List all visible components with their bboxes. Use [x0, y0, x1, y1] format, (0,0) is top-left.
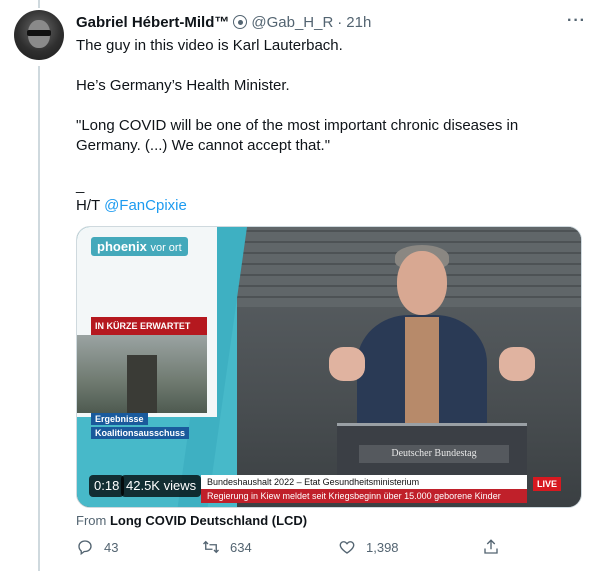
- video-duration: 0:18: [89, 475, 125, 497]
- share-button[interactable]: [482, 538, 500, 556]
- speaker-hand-left: [329, 347, 365, 381]
- speaker-hand-right: [499, 347, 535, 381]
- video-player[interactable]: Deutscher Bundestag phoenix vor ort IN K…: [76, 226, 582, 508]
- lectern-plate: Deutscher Bundestag: [359, 445, 509, 463]
- source-link[interactable]: Long COVID Deutschland (LCD): [110, 513, 307, 528]
- inset-tag-line1: Ergebnisse: [91, 413, 148, 425]
- like-icon: [339, 541, 355, 554]
- author-name[interactable]: Gabriel Hébert-Mild™: [76, 14, 229, 31]
- video-source: From Long COVID Deutschland (LCD): [76, 513, 307, 528]
- upcoming-banner: IN KÜRZE ERWARTET: [91, 317, 207, 335]
- timestamp[interactable]: 21h: [346, 14, 371, 31]
- reply-icon: [78, 540, 92, 556]
- video-views: 42.5K views: [121, 475, 202, 497]
- tweet-actions: 43 634 1,398: [76, 538, 506, 562]
- tweet-text-line: "Long COVID will be one of the most impo…: [76, 117, 519, 134]
- retweet-count: 634: [230, 539, 252, 555]
- tweet-text-line: He’s Germany’s Health Minister.: [76, 77, 290, 94]
- separator-dot: ·: [337, 13, 343, 31]
- tweet-header: Gabriel Hébert-Mild™ @Gab_H_R · 21h ···: [76, 12, 586, 32]
- lower-third-title: Bundeshaushalt 2022 – Etat Gesundheitsmi…: [201, 475, 527, 489]
- tweet-text-line: Germany. (...) We cannot accept that.": [76, 137, 331, 154]
- like-count: 1,398: [366, 539, 399, 555]
- verified-badge-icon: [233, 15, 248, 29]
- hat-tip-line: H/T @FanCpixie: [76, 196, 586, 216]
- channel-logo-main: phoenix: [97, 239, 147, 254]
- avatar[interactable]: [14, 10, 64, 60]
- tweet-text-line: The guy in this video is Karl Lauterbach…: [76, 37, 343, 54]
- thread-line-top: [38, 0, 40, 8]
- speaker-head: [397, 251, 447, 315]
- lower-third-ticker: Regierung in Kiew meldet seit Kriegsbegi…: [201, 489, 527, 503]
- retweet-icon: [203, 540, 219, 554]
- reply-count: 43: [104, 539, 119, 555]
- video-scene: Deutscher Bundestag: [237, 227, 581, 507]
- mention-link[interactable]: @FanCpixie: [104, 197, 187, 214]
- avatar-glasses: [27, 30, 51, 36]
- author-handle[interactable]: @Gab_H_R: [251, 14, 333, 31]
- more-icon[interactable]: ···: [567, 12, 586, 30]
- inset-picture: [77, 335, 207, 413]
- source-prefix: From: [76, 513, 107, 528]
- channel-logo-sub: vor ort: [150, 242, 182, 254]
- retweet-button[interactable]: 634: [202, 538, 252, 556]
- like-button[interactable]: 1,398: [338, 538, 399, 556]
- tweet-text-line: _: [76, 177, 85, 194]
- channel-logo: phoenix vor ort: [91, 237, 188, 256]
- speaker-sweater: [405, 317, 439, 427]
- inset-tag-line2: Koalitionsausschuss: [91, 427, 190, 439]
- reply-button[interactable]: 43: [76, 538, 118, 556]
- inset-door: [127, 355, 157, 413]
- share-icon: [484, 539, 498, 554]
- live-badge: LIVE: [533, 477, 561, 491]
- thread-line: [38, 66, 40, 571]
- hat-tip-prefix: H/T: [76, 197, 100, 214]
